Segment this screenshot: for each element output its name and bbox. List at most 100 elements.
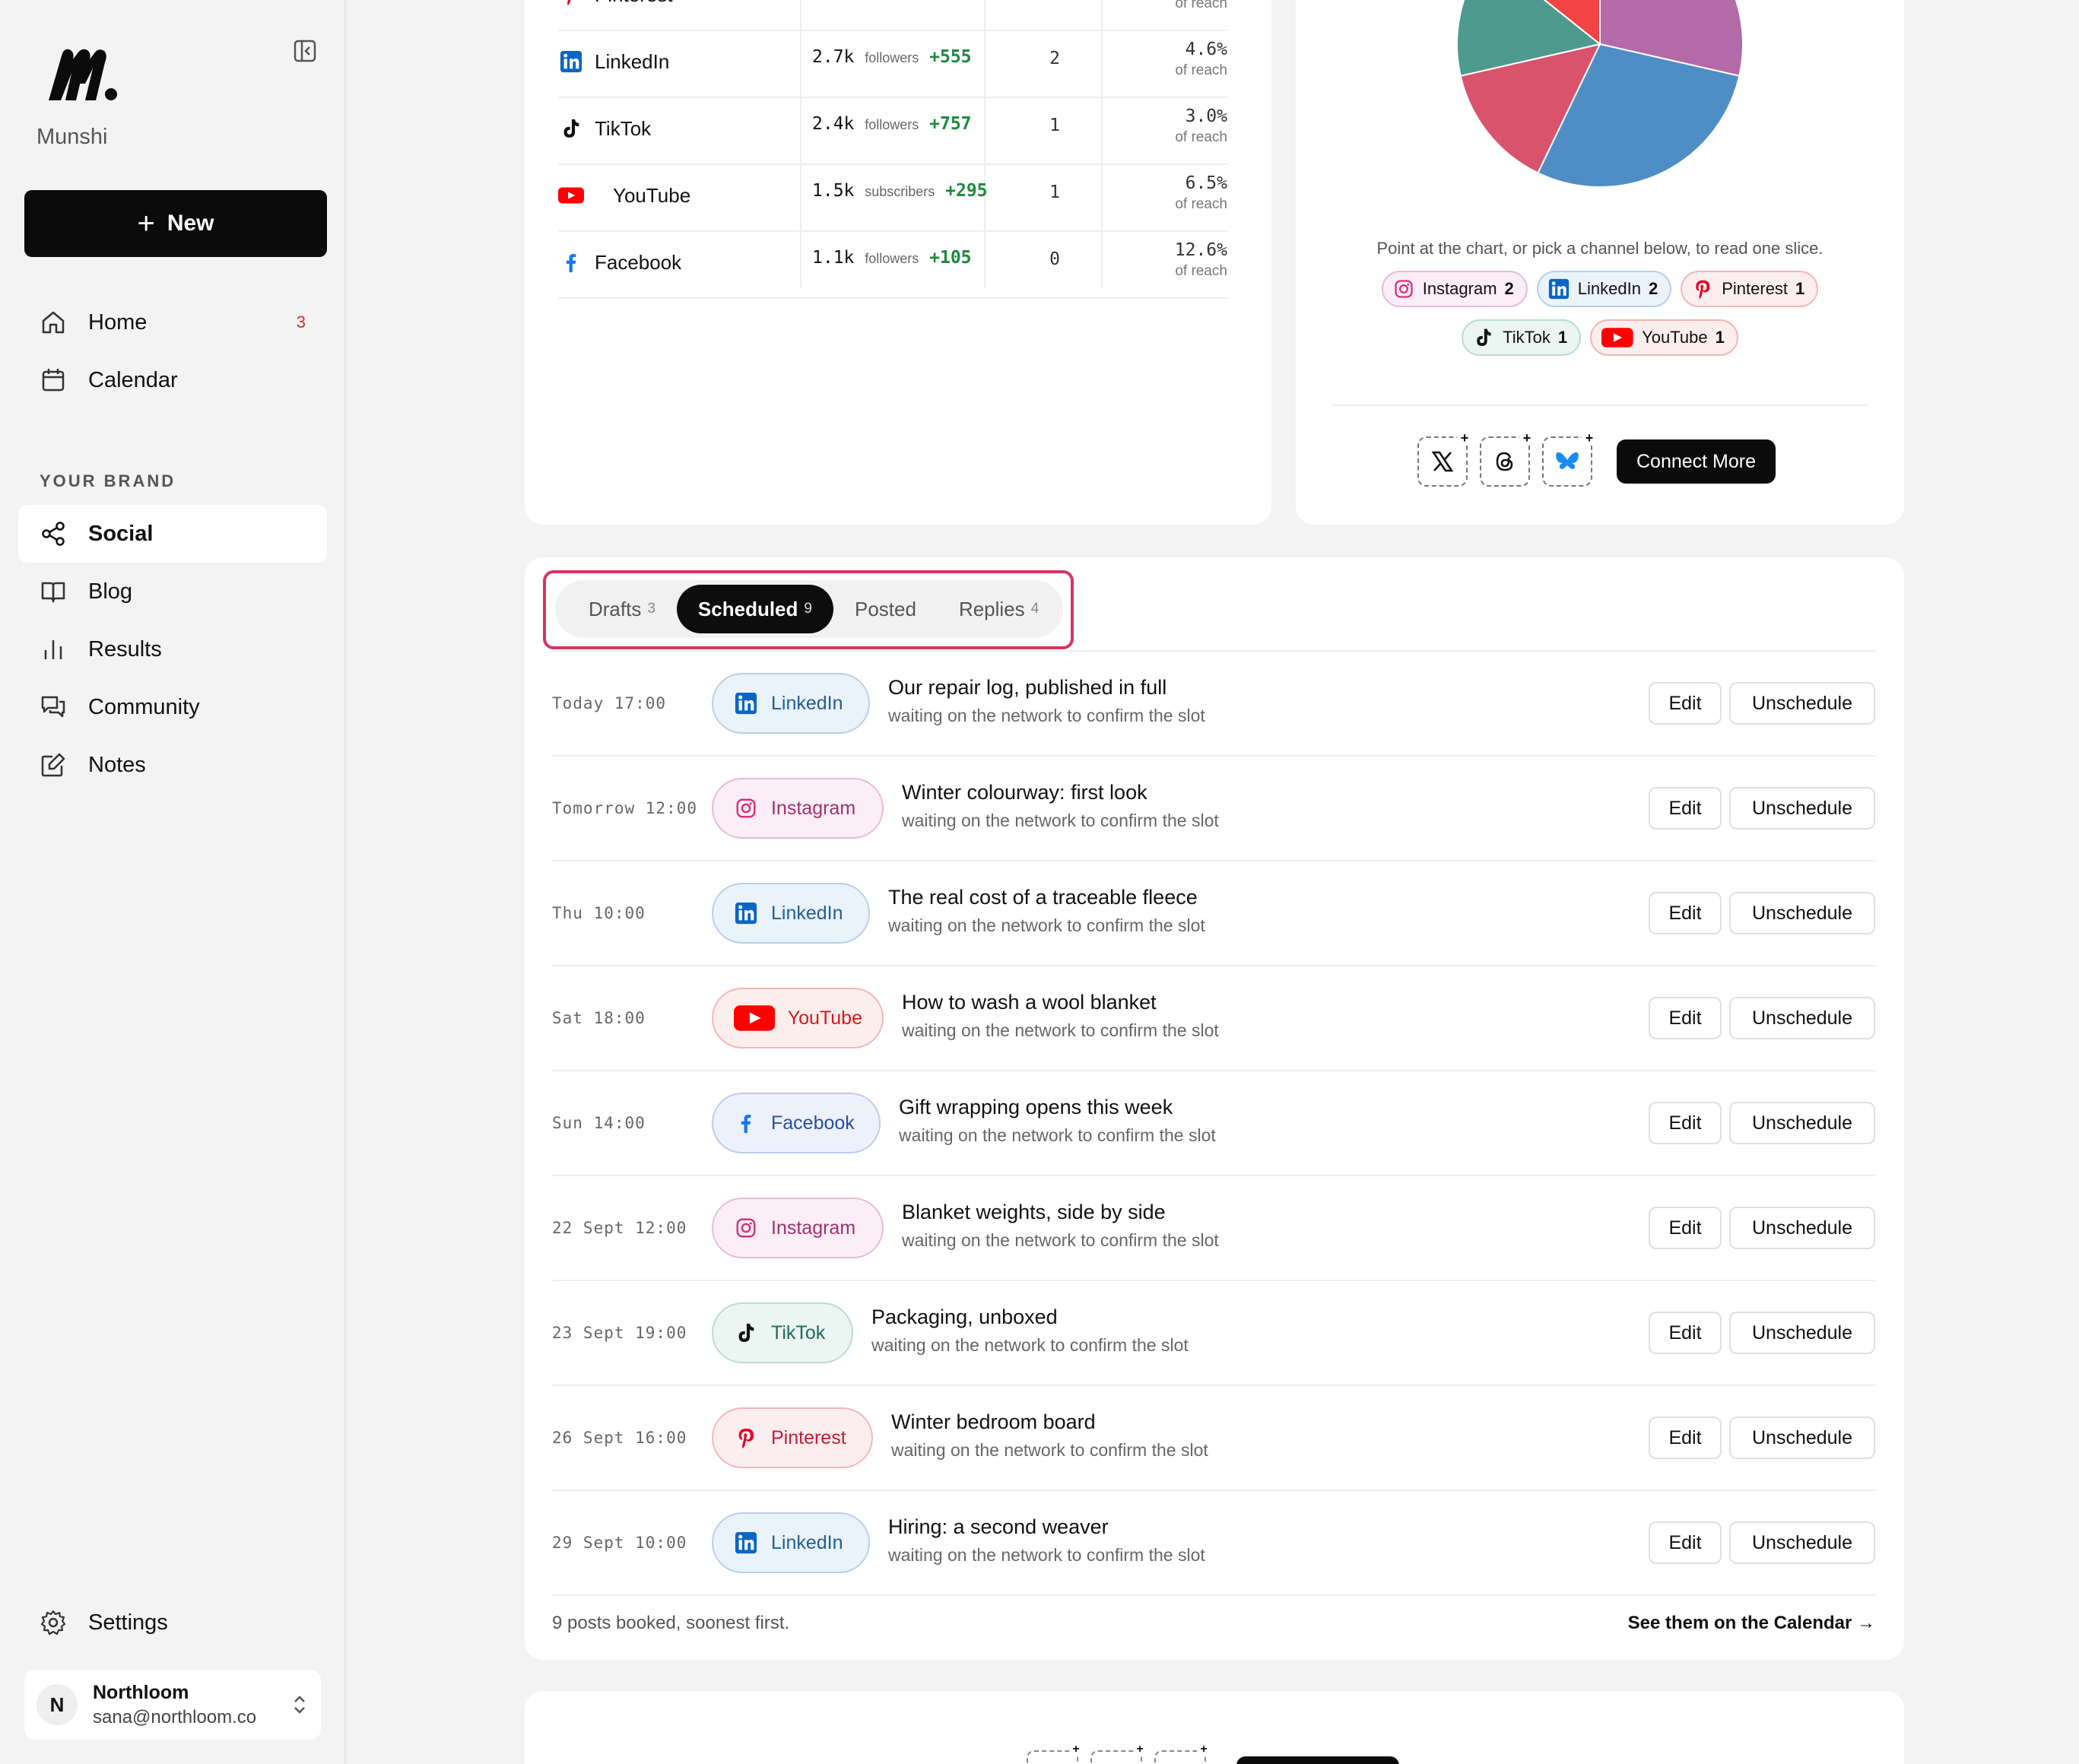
chip-pinterest[interactable]: Pinterest 1 xyxy=(1681,271,1819,307)
youtube-icon xyxy=(1601,326,1634,349)
post-title[interactable]: How to wash a wool blanket xyxy=(902,991,1219,1014)
tab-drafts[interactable]: Drafts 3 xyxy=(567,585,677,633)
unschedule-button[interactable]: Unschedule xyxy=(1729,997,1875,1039)
post-title[interactable]: Winter colourway: first look xyxy=(902,781,1219,804)
nav-calendar[interactable]: Calendar xyxy=(18,351,327,409)
scheduled-post-row[interactable]: Sun 14:00 Facebook Gift wrapping opens t… xyxy=(552,1071,1875,1176)
edit-button[interactable]: Edit xyxy=(1649,1417,1722,1459)
unschedule-button[interactable]: Unschedule xyxy=(1729,787,1875,830)
edit-button[interactable]: Edit xyxy=(1649,1312,1722,1354)
edit-icon xyxy=(40,751,67,779)
nav-blog[interactable]: Blog xyxy=(18,563,327,620)
post-channel-pill[interactable]: YouTube xyxy=(712,988,884,1049)
post-channel-label: Facebook xyxy=(771,1112,855,1134)
unschedule-button[interactable]: Unschedule xyxy=(1729,1417,1875,1459)
nav-community[interactable]: Community xyxy=(18,678,327,736)
stat-row-linkedin[interactable]: LinkedIn 2.7k followers +555 2 4.6% of r… xyxy=(558,32,1227,98)
post-channel-pill[interactable]: Pinterest xyxy=(712,1407,873,1468)
post-title[interactable]: Packaging, unboxed xyxy=(871,1306,1189,1329)
stat-row-youtube[interactable]: YouTube 1.5k subscribers +295 1 6.5% of … xyxy=(558,166,1227,232)
scheduled-post-row[interactable]: 22 Sept 12:00 Instagram Blanket weights,… xyxy=(552,1176,1875,1281)
stat-channel: YouTube xyxy=(558,182,690,208)
post-status: waiting on the network to confirm the sl… xyxy=(902,1020,1219,1040)
edit-button[interactable]: Edit xyxy=(1649,1207,1722,1249)
post-title[interactable]: Our repair log, published in full xyxy=(888,676,1205,700)
chip-label: YouTube xyxy=(1642,328,1708,347)
unschedule-button[interactable]: Unschedule xyxy=(1729,1521,1875,1564)
post-channel-pill[interactable]: TikTok xyxy=(712,1302,853,1363)
post-status: waiting on the network to confirm the sl… xyxy=(888,915,1205,935)
edit-button[interactable]: Edit xyxy=(1649,892,1722,934)
chip-instagram[interactable]: Instagram 2 xyxy=(1381,271,1528,307)
unschedule-button[interactable]: Unschedule xyxy=(1729,682,1875,725)
scheduled-post-row[interactable]: 23 Sept 19:00 TikTok Packaging, unboxed … xyxy=(552,1281,1875,1386)
chip-linkedin[interactable]: LinkedIn 2 xyxy=(1536,271,1672,307)
nav-notes[interactable]: Notes xyxy=(18,736,327,794)
stat-followers: 1.1k followers +105 xyxy=(812,248,995,268)
scheduled-post-row[interactable]: 29 Sept 10:00 LinkedIn Hiring: a second … xyxy=(552,1491,1875,1596)
avatar: N xyxy=(37,1684,78,1725)
linkedin-icon xyxy=(558,49,584,75)
connect-placeholder-3[interactable]: + xyxy=(1154,1743,1211,1764)
connect-more-button-partial[interactable] xyxy=(1236,1756,1399,1764)
post-channel-pill[interactable]: Instagram xyxy=(712,778,884,839)
post-channel-pill[interactable]: LinkedIn xyxy=(712,883,870,944)
post-channel-pill[interactable]: LinkedIn xyxy=(712,673,870,734)
post-channel-pill[interactable]: Instagram xyxy=(712,1198,884,1258)
nav-settings[interactable]: Settings xyxy=(18,1594,327,1651)
pinterest-icon xyxy=(1691,278,1714,300)
connect-threads-button[interactable]: + xyxy=(1480,430,1535,487)
account-switcher[interactable]: N Northloom sana@northloom.co xyxy=(24,1670,321,1740)
scheduled-post-row[interactable]: Tomorrow 12:00 Instagram Winter colourwa… xyxy=(552,757,1875,861)
connect-placeholder-1[interactable]: + xyxy=(1027,1743,1083,1764)
sidebar-collapse-icon[interactable] xyxy=(294,40,316,62)
connect-more-button[interactable]: Connect More xyxy=(1617,439,1776,484)
edit-button[interactable]: Edit xyxy=(1649,1521,1722,1564)
edit-button[interactable]: Edit xyxy=(1649,682,1722,725)
post-channel-pill[interactable]: Facebook xyxy=(712,1093,881,1153)
connect-placeholder-2[interactable]: + xyxy=(1090,1743,1147,1764)
nav-results[interactable]: Results xyxy=(18,620,327,678)
tab-replies[interactable]: Replies 4 xyxy=(938,585,1060,633)
post-status: waiting on the network to confirm the sl… xyxy=(871,1335,1189,1355)
new-button[interactable]: + New xyxy=(24,190,327,257)
reach-label: of reach xyxy=(1175,62,1227,78)
edit-button[interactable]: Edit xyxy=(1649,787,1722,830)
post-title[interactable]: The real cost of a traceable fleece xyxy=(888,886,1205,909)
post-title[interactable]: Winter bedroom board xyxy=(891,1410,1208,1434)
unschedule-button[interactable]: Unschedule xyxy=(1729,1207,1875,1249)
pinterest-icon xyxy=(733,1425,759,1451)
unschedule-button[interactable]: Unschedule xyxy=(1729,892,1875,934)
post-title[interactable]: Hiring: a second weaver xyxy=(888,1515,1205,1539)
unschedule-button[interactable]: Unschedule xyxy=(1729,1312,1875,1354)
followers-gain: +555 xyxy=(929,47,972,67)
post-title[interactable]: Gift wrapping opens this week xyxy=(899,1096,1216,1119)
nav-social[interactable]: Social xyxy=(18,505,327,563)
scheduled-post-row[interactable]: Sat 18:00 YouTube How to wash a wool bla… xyxy=(552,966,1875,1071)
edit-button[interactable]: Edit xyxy=(1649,1102,1722,1144)
share-pie-chart[interactable] xyxy=(1455,0,1744,190)
edit-button[interactable]: Edit xyxy=(1649,997,1722,1039)
posts-list-card: Drafts 3 Scheduled 9 Posted Replies 4 To… xyxy=(525,557,1904,1660)
unschedule-button[interactable]: Unschedule xyxy=(1729,1102,1875,1144)
chip-youtube[interactable]: YouTube 1 xyxy=(1590,319,1738,356)
post-channel-label: Instagram xyxy=(771,797,856,819)
tab-posted[interactable]: Posted xyxy=(833,585,938,633)
chip-label: Pinterest xyxy=(1722,279,1789,298)
chip-tiktok[interactable]: TikTok 1 xyxy=(1462,319,1582,356)
connect-bluesky-button[interactable]: + xyxy=(1542,430,1597,487)
stat-reach: 4.6% of reach xyxy=(1136,40,1227,79)
connect-x-button[interactable]: + xyxy=(1417,430,1472,487)
stat-row-tiktok[interactable]: TikTok 2.4k followers +757 1 3.0% of rea… xyxy=(558,99,1227,165)
scheduled-post-row[interactable]: Today 17:00 LinkedIn Our repair log, pub… xyxy=(552,652,1875,757)
stat-row-facebook[interactable]: Facebook 1.1k followers +105 0 12.6% of … xyxy=(558,233,1227,299)
see-calendar-link[interactable]: See them on the Calendar → xyxy=(1628,1613,1875,1634)
scheduled-post-row[interactable]: 26 Sept 16:00 Pinterest Winter bedroom b… xyxy=(552,1386,1875,1491)
tab-scheduled[interactable]: Scheduled 9 xyxy=(676,585,833,633)
post-title[interactable]: Blanket weights, side by side xyxy=(902,1201,1219,1224)
reach-label: of reach xyxy=(1175,196,1227,212)
stat-row-pinterest[interactable]: Pinterest 5.9k followers +1.6k 1 3.4% of… xyxy=(558,0,1227,31)
scheduled-post-row[interactable]: Thu 10:00 LinkedIn The real cost of a tr… xyxy=(552,861,1875,966)
post-channel-pill[interactable]: LinkedIn xyxy=(712,1512,870,1573)
nav-home[interactable]: Home 3 xyxy=(18,293,327,351)
